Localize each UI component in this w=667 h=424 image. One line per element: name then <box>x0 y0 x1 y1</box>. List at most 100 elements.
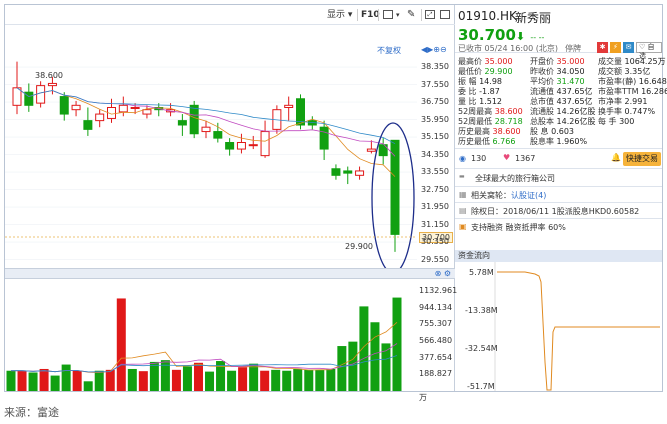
nav-arrows-icon[interactable]: ◀▶⊕⊖ <box>421 45 447 54</box>
market-status: 已收市 05/24 16:00 (北京) <box>458 44 558 53</box>
display-dropdown[interactable]: 显示 ▾ <box>327 9 352 21</box>
quote-value: 35.000 <box>556 57 585 66</box>
volume-bar <box>105 369 115 391</box>
chart-canvas <box>5 61 417 391</box>
last-price: 30.700⬇ -- -- <box>458 26 544 44</box>
quote-key: 市盈率TTM <box>598 87 642 96</box>
divider <box>378 9 379 21</box>
quote-key: 最高价 <box>458 57 485 66</box>
restore-label[interactable]: 不复权 <box>377 45 401 56</box>
candle-body <box>47 82 57 87</box>
quote-value: 35.000 <box>484 57 513 66</box>
price-tick-label: 36.750 <box>421 97 449 107</box>
quote-cell: 历史最高 38.600 <box>458 127 521 137</box>
restore-icon[interactable] <box>440 10 450 19</box>
candle-body <box>12 87 22 106</box>
volume-tick-label: 566.480 <box>419 336 453 346</box>
stock-name: 新秀丽 <box>515 11 552 25</box>
price-tick-label: 37.550 <box>421 79 449 89</box>
volume-bar <box>348 341 358 391</box>
quote-value: 1.960% <box>556 137 588 146</box>
quote-key: 市盈率(静) <box>598 77 639 86</box>
volume-bar <box>94 370 104 391</box>
volume-bar <box>227 370 237 391</box>
eye-icon: ◉ <box>459 154 466 163</box>
volume-bar <box>260 370 270 391</box>
share-icon[interactable]: ✉ <box>623 42 634 53</box>
candle-body <box>130 107 140 109</box>
quote-value: 34.050 <box>556 67 585 76</box>
quote-value: 300 <box>619 117 635 126</box>
quote-value: 437.65亿 <box>556 97 593 106</box>
quote-value: 29.900 <box>484 67 513 76</box>
quote-value: 14.98 <box>479 77 502 86</box>
flow-label: -51.7M <box>467 382 495 391</box>
quote-key: 成交额 <box>598 67 625 76</box>
candle-body <box>83 120 93 130</box>
quote-cell: 52周最高 38.600 <box>458 107 523 117</box>
quote-value: 3.35亿 <box>624 67 651 76</box>
candle-body <box>225 142 235 150</box>
app-window: 显示 ▾ F10 ▾ ✎ ⤢ 不复权 ◀▶⊕⊖ 38.600 29.900 30… <box>4 4 667 402</box>
price-tick-label: 31.150 <box>421 219 449 229</box>
quote-key: 流通股 <box>530 107 557 116</box>
dropdown-icon[interactable]: ▾ <box>396 9 400 21</box>
volume-bar <box>337 346 347 391</box>
high-price-label: 38.600 <box>35 71 63 80</box>
candle-body <box>355 170 365 176</box>
display-label: 显示 <box>327 10 346 20</box>
candle-body <box>213 131 223 139</box>
volume-tick-label: 944.134 <box>419 302 453 312</box>
stock-code: 01910.HK <box>458 9 517 23</box>
quick-trade-button[interactable]: 快捷交易 <box>623 152 661 166</box>
margin-row: ▣ 支持融资 融资抵押率 60% <box>455 218 662 234</box>
f10-button[interactable]: F10 <box>361 9 380 21</box>
quote-cell: 最低价 29.900 <box>458 67 513 77</box>
like-count: 1367 <box>515 154 536 163</box>
pen-icon[interactable]: ✎ <box>407 9 415 21</box>
volume-bar <box>315 369 325 391</box>
source-caption: 来源：富途 <box>4 406 59 419</box>
flag-icon[interactable]: ✱ <box>597 42 608 53</box>
candle-body <box>284 104 294 108</box>
candle-body <box>236 142 246 150</box>
quote-cell: 股 息 0.603 <box>530 127 574 137</box>
volume-series <box>6 297 402 391</box>
quote-key: 52周最高 <box>458 107 495 116</box>
price-value: 30.700 <box>458 26 516 44</box>
candle-body <box>95 113 105 122</box>
watchlist-button[interactable]: ♡ 自选 <box>636 42 662 60</box>
maximize-icon[interactable]: ⤢ <box>425 10 435 19</box>
heart-icon[interactable]: ♥ <box>503 153 510 162</box>
candle-body <box>366 148 376 152</box>
company-desc: 全球最大的旅行箱公司 <box>475 174 555 183</box>
volume-bar <box>293 368 303 391</box>
quote-value: 14.26亿股 <box>556 107 596 116</box>
warrants-row[interactable]: ▦ 相关窝轮： 认股证(4) <box>455 186 662 202</box>
quote-cell: 历史最低 6.766 <box>458 137 515 147</box>
stock-header: 01910.HK 新秀丽 30.700⬇ -- -- 已收市 05/24 16:… <box>455 5 662 60</box>
volume-bar <box>182 366 192 391</box>
quote-cell: 平均价 31.470 <box>530 77 585 87</box>
quote-cell: 成交量 1064.25万 <box>598 57 666 67</box>
volume-bar <box>359 306 369 391</box>
volume-tick-label: 377.654 <box>419 352 453 362</box>
quote-key: 总股本 <box>530 117 557 126</box>
panel-controls-icon[interactable]: ⊗ ⚙ <box>435 269 451 278</box>
candle-body <box>118 104 128 113</box>
bell-icon[interactable]: 🔔 <box>611 153 621 162</box>
quote-cell: 换手率 0.747% <box>598 107 655 117</box>
quote-key: 开盘价 <box>530 57 557 66</box>
social-bar: ◉ 130 ♥ 1367 🔔 快捷交易 <box>455 148 662 168</box>
halt-status: 停牌 <box>565 44 581 53</box>
quote-cell: 昨收价 34.050 <box>530 67 585 77</box>
quote-cell: 市净率 2.991 <box>598 97 647 107</box>
quote-key: 委 比 <box>458 87 480 96</box>
volume-bar <box>83 381 93 391</box>
volume-bar <box>392 297 402 391</box>
window-icon[interactable] <box>383 10 393 19</box>
alert-icon[interactable]: ⚡ <box>610 42 621 53</box>
price-tick-label: 35.150 <box>421 132 449 142</box>
warrants-link[interactable]: 认股证(4) <box>511 190 546 201</box>
quote-key: 总市值 <box>530 97 557 106</box>
